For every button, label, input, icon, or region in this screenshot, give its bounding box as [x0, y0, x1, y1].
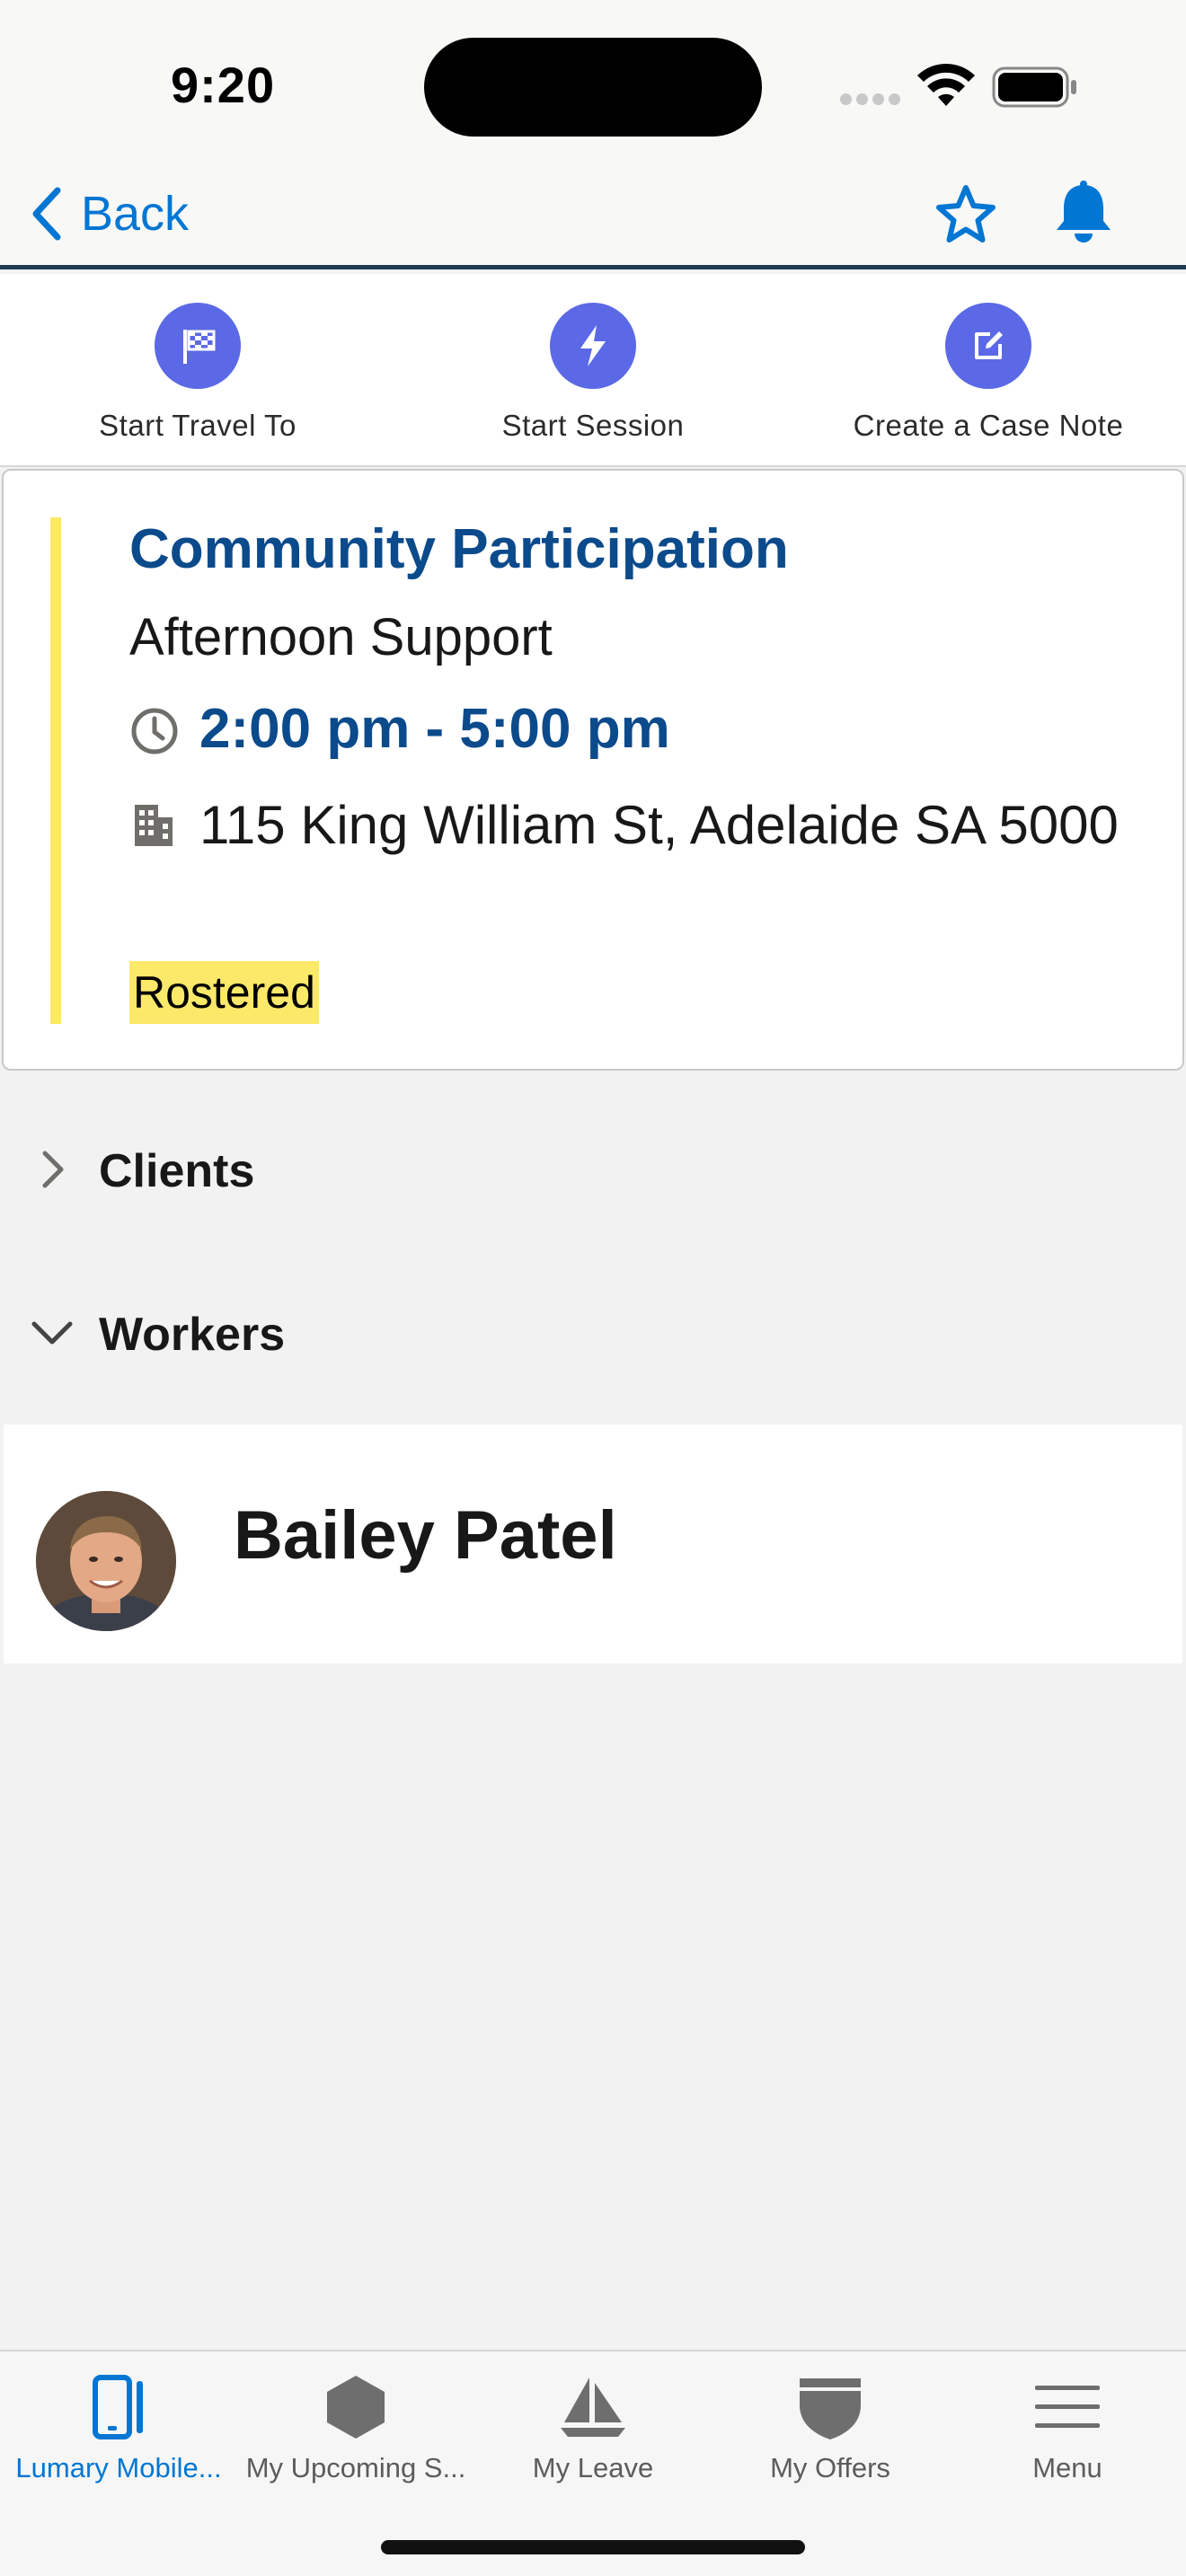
favorite-star-icon[interactable]: [934, 183, 997, 246]
app-screen: 9:20 Back Start Travel To Start Session …: [0, 0, 1186, 2576]
tab-my-upcoming[interactable]: My Upcoming S...: [237, 2351, 474, 2513]
dynamic-island: [424, 38, 762, 137]
avatar: [36, 1491, 176, 1631]
status-bar: 9:20: [0, 0, 1186, 162]
tab-my-leave[interactable]: My Leave: [474, 2351, 712, 2513]
bottom-tab-bar: Lumary Mobile... My Upcoming S... My Lea…: [0, 2350, 1186, 2576]
tab-label: My Offers: [770, 2452, 890, 2483]
lightning-icon: [550, 303, 636, 389]
session-address: 115 King William St, Adelaide SA 5000: [199, 795, 1119, 855]
quick-actions-bar: Start Travel To Start Session Create a C…: [0, 274, 1186, 467]
workers-section-label: Workers: [99, 1309, 286, 1361]
tab-my-offers[interactable]: My Offers: [712, 2351, 949, 2513]
back-label: Back: [81, 187, 190, 241]
notification-bell-icon[interactable]: [1051, 180, 1116, 246]
start-travel-action[interactable]: Start Travel To: [9, 303, 386, 443]
back-button[interactable]: Back: [31, 183, 189, 244]
status-time: 9:20: [171, 57, 276, 113]
tab-label: Lumary Mobile...: [15, 2452, 222, 2483]
workers-section-header[interactable]: Workers: [0, 1283, 1186, 1381]
building-icon: [135, 805, 173, 846]
appointment-card: Community Participation Afternoon Suppor…: [2, 469, 1184, 1071]
service-title[interactable]: Community Participation: [129, 517, 789, 581]
tab-label: Menu: [1032, 2452, 1102, 2483]
service-subtitle: Afternoon Support: [129, 608, 553, 666]
tab-lumary-mobile[interactable]: Lumary Mobile...: [0, 2351, 237, 2513]
cellular-signal-icon: [840, 93, 901, 106]
navigation-header: Back: [0, 162, 1186, 269]
clients-section-label: Clients: [99, 1145, 255, 1197]
worker-row[interactable]: Bailey Patel: [4, 1425, 1182, 1663]
battery-icon: [992, 66, 1076, 108]
checkered-flag-icon: [155, 303, 241, 389]
chevron-down-icon: [31, 1321, 73, 1345]
tab-label: My Leave: [532, 2452, 654, 2483]
start-session-label: Start Session: [501, 409, 685, 442]
tab-label: My Upcoming S...: [245, 2452, 466, 2483]
phone-icon: [74, 2369, 164, 2445]
hamburger-icon: [1022, 2369, 1112, 2445]
sailboat-icon: [548, 2369, 638, 2445]
session-time: 2:00 pm - 5:00 pm: [199, 698, 670, 760]
clients-section-header[interactable]: Clients: [0, 1119, 1186, 1218]
status-accent-bar: [50, 517, 61, 1024]
chevron-right-icon: [42, 1151, 64, 1188]
start-travel-label: Start Travel To: [99, 409, 296, 442]
tab-menu[interactable]: Menu: [949, 2351, 1186, 2513]
wifi-icon: [917, 64, 975, 106]
create-case-note-action[interactable]: Create a Case Note: [800, 303, 1177, 443]
create-case-note-label: Create a Case Note: [853, 409, 1124, 442]
home-indicator: [381, 2540, 805, 2554]
shield-icon: [785, 2369, 875, 2445]
worker-name: Bailey Patel: [234, 1497, 617, 1574]
start-session-action[interactable]: Start Session: [404, 303, 782, 443]
hexagon-icon: [311, 2369, 401, 2445]
chevron-left-icon: [32, 187, 61, 241]
clock-icon: [131, 708, 178, 754]
status-badge: Rostered: [129, 961, 319, 1024]
edit-note-icon: [945, 303, 1031, 389]
